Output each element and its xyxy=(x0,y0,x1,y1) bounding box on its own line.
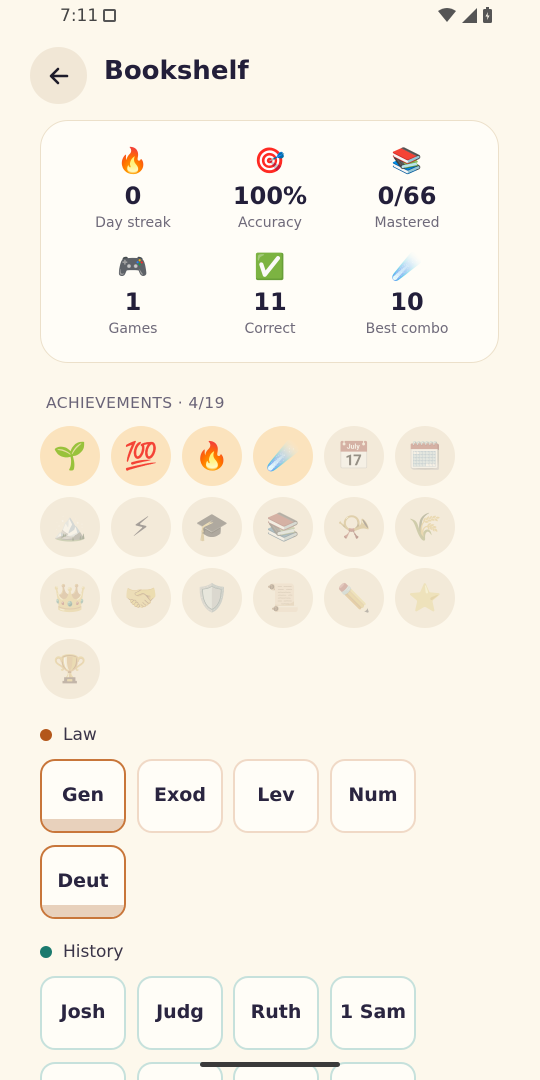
fire-icon: 🔥 xyxy=(117,146,149,175)
law-dot-icon xyxy=(40,729,52,741)
stats-card: 🔥 0 Day streak 🎯 100% Accuracy 📚 0/66 Ma… xyxy=(40,120,499,363)
achievement-fire-icon[interactable]: 🔥 xyxy=(182,426,242,486)
stat-label: Mastered xyxy=(374,215,440,231)
achievement-hundred-icon[interactable]: 💯 xyxy=(111,426,171,486)
battery-icon xyxy=(483,7,492,23)
achievement-wheat-icon[interactable]: 🌾 xyxy=(395,497,455,557)
wifi-icon xyxy=(438,8,456,22)
book-lev[interactable]: Lev xyxy=(233,759,319,833)
achievement-shield-icon[interactable]: 🛡️ xyxy=(182,568,242,628)
stat-label: Games xyxy=(108,321,158,337)
arrow-left-icon xyxy=(49,67,68,84)
achievements-header: ACHIEVEMENTS · 4/19 xyxy=(46,394,225,412)
stat-value: 10 xyxy=(390,288,424,316)
book-josh[interactable]: Josh xyxy=(40,976,126,1050)
status-time: 7:11 xyxy=(60,6,99,26)
achievement-calendar-icon[interactable]: 🗓️ xyxy=(395,426,455,486)
achievement-scroll-icon[interactable]: 📜 xyxy=(253,568,313,628)
stat-correct: ✅ 11 Correct xyxy=(195,252,345,338)
status-icons xyxy=(438,7,492,23)
book-ruth[interactable]: Ruth xyxy=(233,976,319,1050)
status-bar: 7:11 xyxy=(0,0,540,34)
stat-value: 0 xyxy=(124,182,142,210)
home-indicator[interactable] xyxy=(200,1062,340,1067)
stat-label: Day streak xyxy=(95,215,171,231)
back-button[interactable] xyxy=(30,47,87,104)
check-icon: ✅ xyxy=(254,252,286,281)
book-placeholder[interactable] xyxy=(40,1062,126,1080)
stat-mastered: 📚 0/66 Mastered xyxy=(332,146,482,232)
notification-icon xyxy=(103,9,116,22)
book-1-sam[interactable]: 1 Sam xyxy=(330,976,416,1050)
page-title: Bookshelf xyxy=(104,56,249,86)
achievement-pencil-icon[interactable]: ✏️ xyxy=(324,568,384,628)
stat-value: 100% xyxy=(232,182,308,210)
achievement-comet-icon[interactable]: ☄️ xyxy=(253,426,313,486)
book-judg[interactable]: Judg xyxy=(137,976,223,1050)
book-num[interactable]: Num xyxy=(330,759,416,833)
book-placeholder[interactable] xyxy=(330,1062,416,1080)
stat-value: 0/66 xyxy=(377,182,437,210)
section-header-law: Law xyxy=(40,725,97,745)
book-exod[interactable]: Exod xyxy=(137,759,223,833)
comet-icon: ☄️ xyxy=(391,252,423,281)
achievement-calendar-17-icon[interactable]: 📅 xyxy=(324,426,384,486)
stat-label: Correct xyxy=(244,321,296,337)
stat-day-streak: 🔥 0 Day streak xyxy=(58,146,208,232)
achievement-graduation-cap-icon[interactable]: 🎓 xyxy=(182,497,242,557)
stat-accuracy: 🎯 100% Accuracy xyxy=(195,146,345,232)
history-dot-icon xyxy=(40,946,52,958)
achievement-lightning-icon[interactable]: ⚡ xyxy=(111,497,171,557)
stat-games: 🎮 1 Games xyxy=(58,252,208,338)
achievement-mountain-icon[interactable]: 🏔️ xyxy=(40,497,100,557)
achievement-trophy-icon[interactable]: 🏆 xyxy=(40,639,100,699)
stat-label: Best combo xyxy=(365,321,449,337)
book-deut[interactable]: Deut xyxy=(40,845,126,919)
gamepad-icon: 🎮 xyxy=(117,252,149,281)
stat-value: 1 xyxy=(124,288,142,316)
achievement-horn-icon[interactable]: 📯 xyxy=(324,497,384,557)
books-icon: 📚 xyxy=(391,146,423,175)
achievement-sprout-icon[interactable]: 🌱 xyxy=(40,426,100,486)
stat-label: Accuracy xyxy=(238,215,302,231)
target-icon: 🎯 xyxy=(254,146,286,175)
achievement-crown-icon[interactable]: 👑 xyxy=(40,568,100,628)
signal-icon xyxy=(462,7,477,23)
achievement-star-icon[interactable]: ⭐ xyxy=(395,568,455,628)
achievement-handshake-icon[interactable]: 🤝 xyxy=(111,568,171,628)
section-label: Law xyxy=(63,725,97,745)
section-header-history: History xyxy=(40,942,123,962)
book-gen[interactable]: Gen xyxy=(40,759,126,833)
section-label: History xyxy=(63,942,124,962)
achievement-books-icon[interactable]: 📚 xyxy=(253,497,313,557)
stat-best-combo: ☄️ 10 Best combo xyxy=(332,252,482,338)
stat-value: 11 xyxy=(253,288,287,316)
